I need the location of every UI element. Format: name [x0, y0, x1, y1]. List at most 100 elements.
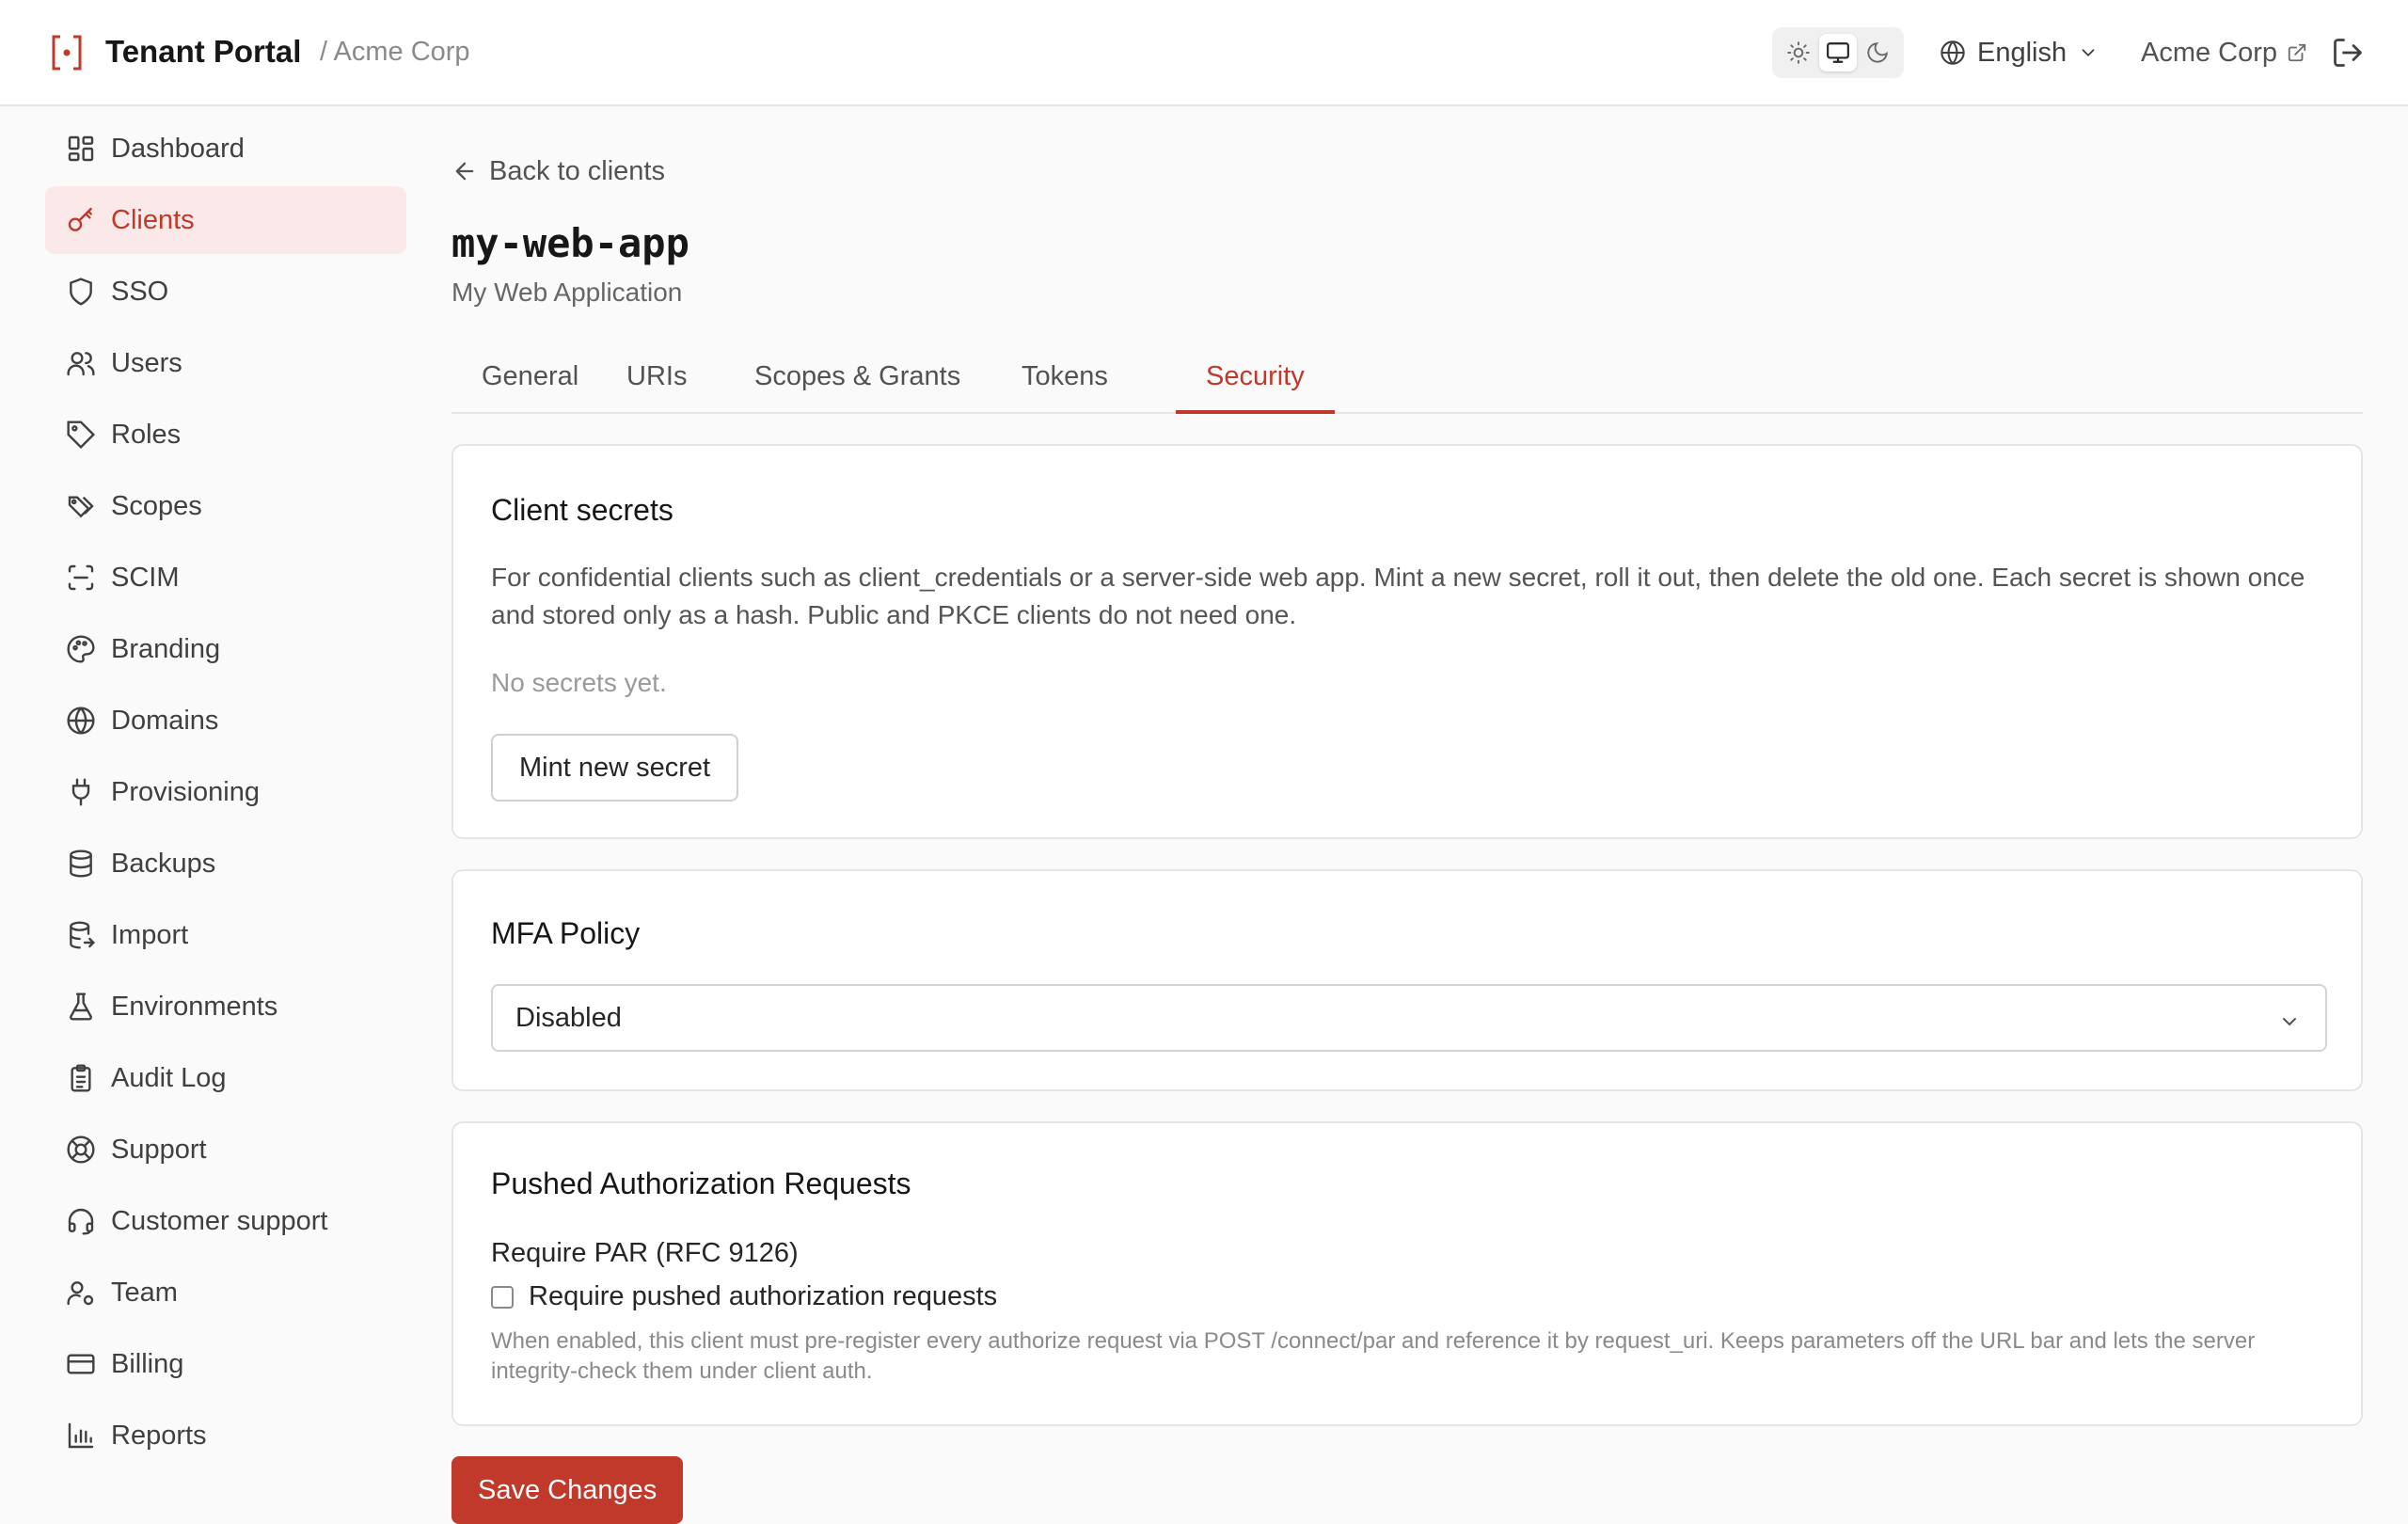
sidebar-item-scopes[interactable]: Scopes	[45, 472, 406, 540]
client-secrets-description: For confidential clients such as client_…	[491, 563, 2305, 629]
no-secrets-text: No secrets yet.	[491, 668, 667, 697]
par-field-label: Require PAR (RFC 9126)	[491, 1238, 799, 1268]
theme-toggle	[1772, 27, 1904, 78]
sidebar-item-sso[interactable]: SSO	[45, 258, 406, 325]
sidebar-item-label: Dashboard	[111, 133, 245, 164]
chevron-down-icon	[2082, 49, 2095, 57]
tab-scopes-grants[interactable]: Scopes & Grants	[724, 348, 990, 414]
credit-card-icon	[67, 1354, 95, 1374]
mfa-policy-select[interactable]: Disabled	[491, 984, 2327, 1052]
sidebar-item-users[interactable]: Users	[45, 329, 406, 397]
language-label: English	[1977, 37, 2067, 68]
client-id-title: my-web-app	[452, 220, 689, 266]
shield-icon	[70, 278, 92, 306]
tenant-link-label: Acme Corp	[2141, 37, 2278, 68]
users-icon	[67, 352, 95, 376]
lifebuoy-icon	[67, 1135, 95, 1164]
globe-icon	[67, 706, 95, 735]
sidebar-item-label: Users	[111, 347, 182, 378]
chevron-down-icon	[2283, 1018, 2296, 1026]
top-header: Tenant Portal / Acme Corp English Acme C…	[0, 0, 2408, 106]
sidebar-item-label: SCIM	[111, 562, 180, 593]
tenant-link[interactable]: Acme Corp	[2141, 33, 2307, 72]
sidebar-item-billing[interactable]: Billing	[45, 1330, 406, 1398]
sidebar-item-roles[interactable]: Roles	[45, 401, 406, 468]
sidebar-item-label: Audit Log	[111, 1062, 227, 1093]
back-label: Back to clients	[489, 155, 665, 186]
palette-icon	[67, 635, 95, 663]
user-cog-icon	[67, 1281, 94, 1306]
bar-chart-icon	[68, 1422, 94, 1449]
sidebar-item-label: Reports	[111, 1420, 207, 1451]
sidebar-item-label: Billing	[111, 1348, 184, 1379]
moon-icon	[1867, 42, 1888, 63]
tab-tokens[interactable]: Tokens	[991, 348, 1138, 414]
sidebar-item-audit-log[interactable]: Audit Log	[45, 1044, 406, 1112]
sidebar-item-reports[interactable]: Reports	[45, 1402, 406, 1469]
save-changes-button[interactable]: Save Changes	[452, 1456, 684, 1524]
monitor-icon	[1827, 42, 1849, 63]
mint-new-secret-button[interactable]: Mint new secret	[491, 734, 739, 802]
sidebar-item-label: Clients	[111, 204, 195, 235]
database-icon	[70, 849, 92, 878]
language-selector[interactable]: English	[1940, 33, 2099, 72]
sidebar-item-label: Provisioning	[111, 776, 260, 807]
plug-icon	[71, 778, 90, 806]
client-secrets-card: Client secrets For confidential clients …	[452, 444, 2363, 839]
require-par-label: Require pushed authorization requests	[529, 1281, 998, 1311]
external-link-icon	[2288, 43, 2306, 62]
key-icon	[68, 207, 92, 231]
logo-icon	[52, 35, 82, 71]
scan-icon	[68, 564, 94, 591]
light-theme-button[interactable]	[1780, 34, 1817, 71]
sidebar-item-label: Roles	[111, 419, 182, 450]
mfa-policy-card: MFA Policy Disabled	[452, 869, 2363, 1091]
system-theme-button[interactable]	[1819, 34, 1857, 71]
tags-icon	[68, 496, 94, 518]
dark-theme-button[interactable]	[1859, 34, 1896, 71]
sidebar-item-dashboard[interactable]: Dashboard	[45, 115, 406, 183]
sidebar-item-label: Branding	[111, 633, 221, 664]
tab-general[interactable]: General	[452, 348, 609, 414]
globe-icon	[1941, 40, 1965, 65]
sidebar-nav: Dashboard Clients SSO Users Roles Scopes…	[45, 115, 406, 1473]
tab-security[interactable]: Security	[1176, 348, 1335, 414]
sidebar-item-label: Support	[111, 1134, 207, 1165]
back-to-clients-link[interactable]: Back to clients	[452, 152, 665, 190]
sidebar-item-label: Customer support	[111, 1205, 328, 1236]
par-title: Pushed Authorization Requests	[491, 1167, 911, 1200]
flask-icon	[70, 992, 92, 1021]
sidebar-item-team[interactable]: Team	[45, 1259, 406, 1326]
sidebar-item-label: Team	[111, 1277, 178, 1308]
sidebar-item-support[interactable]: Support	[45, 1116, 406, 1183]
sidebar-item-scim[interactable]: SCIM	[45, 544, 406, 611]
sun-icon	[1787, 41, 1810, 64]
client-name-subtitle: My Web Application	[452, 278, 683, 307]
arrow-left-icon	[455, 162, 474, 181]
par-checkbox-row[interactable]: Require pushed authorization requests	[491, 1281, 997, 1312]
sidebar-item-clients[interactable]: Clients	[45, 186, 406, 254]
headset-icon	[68, 1208, 94, 1235]
clipboard-icon	[71, 1064, 91, 1092]
sidebar-item-domains[interactable]: Domains	[45, 687, 406, 754]
sidebar-item-import[interactable]: Import	[45, 901, 406, 969]
sidebar-item-label: Environments	[111, 991, 278, 1022]
sidebar-item-label: Domains	[111, 705, 219, 736]
tab-uris[interactable]: URIs	[596, 348, 717, 414]
par-help-text: When enabled, this client must pre-regis…	[491, 1328, 2256, 1384]
breadcrumb[interactable]: / Acme Corp	[320, 37, 470, 68]
sidebar-item-backups[interactable]: Backups	[45, 830, 406, 897]
database-import-icon	[70, 921, 96, 949]
mfa-policy-title: MFA Policy	[491, 916, 641, 950]
sidebar-item-label: Backups	[111, 848, 216, 879]
sidebar-item-customer-support[interactable]: Customer support	[45, 1187, 406, 1255]
logout-icon[interactable]	[2331, 36, 2365, 70]
sidebar-item-branding[interactable]: Branding	[45, 615, 406, 683]
sidebar-item-provisioning[interactable]: Provisioning	[45, 758, 406, 826]
sidebar-item-environments[interactable]: Environments	[45, 973, 406, 1040]
tag-icon	[67, 421, 96, 450]
sidebar-item-label: Import	[111, 919, 189, 950]
require-par-checkbox[interactable]	[491, 1285, 514, 1309]
app-title: Tenant Portal	[105, 34, 302, 69]
par-card: Pushed Authorization Requests Require PA…	[452, 1121, 2363, 1426]
